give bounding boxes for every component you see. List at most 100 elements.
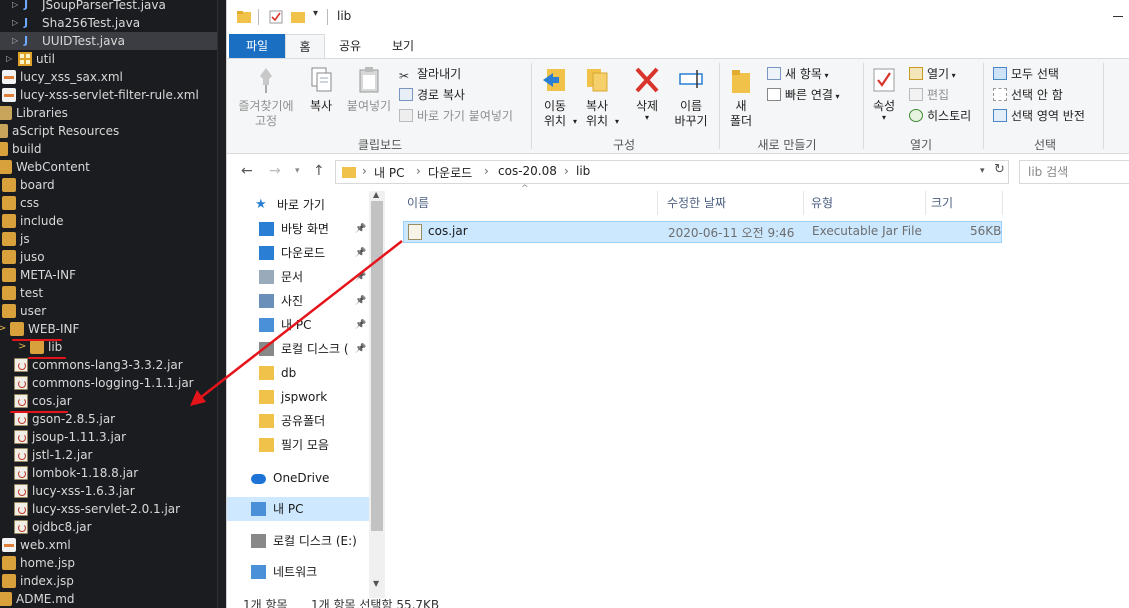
properties-button[interactable]: 속성 ▾ — [869, 65, 899, 122]
tree-item[interactable]: ▷ util — [0, 50, 217, 68]
tree-item[interactable]: lucy_xss_sax.xml — [0, 68, 217, 86]
edit-button[interactable]: 편집 — [909, 86, 949, 104]
history-button[interactable]: 히스토리 — [909, 107, 971, 125]
cut-button[interactable]: ✂ 잘라내기 — [399, 65, 461, 83]
tree-expand-icon[interactable]: > — [0, 320, 6, 338]
copy-to-button[interactable]: 복사 위치 ▾ — [579, 65, 619, 129]
tree-item[interactable]: home.jsp — [0, 554, 217, 572]
tab-file[interactable]: 파일 — [229, 34, 285, 58]
breadcrumb-pc[interactable]: 내 PC — [374, 164, 404, 181]
pin-icon[interactable]: 📌 — [355, 289, 366, 313]
paste-shortcut-button[interactable]: 바로 가기 붙여넣기 — [399, 107, 513, 125]
pin-quick-access-button[interactable]: 즐겨찾기에 고정 — [233, 65, 299, 129]
tab-share[interactable]: 공유 — [330, 34, 370, 58]
tree-item[interactable]: test — [0, 284, 217, 302]
tree-item[interactable]: > WEB-INF — [0, 320, 217, 338]
nav-item[interactable]: 바탕 화면 📌 — [227, 217, 369, 241]
tree-item[interactable]: lucy-xss-servlet-filter-rule.xml — [0, 86, 217, 104]
pin-icon[interactable]: 📌 — [355, 217, 366, 241]
scroll-up-icon[interactable]: ▲ — [373, 190, 379, 199]
tree-expand-icon[interactable]: ▷ — [6, 50, 12, 68]
tree-item[interactable]: ▷ JSoupParserTest.java — [0, 0, 217, 14]
properties-quick-icon[interactable] — [269, 10, 283, 24]
select-all-button[interactable]: 모두 선택 — [993, 65, 1059, 83]
pin-icon[interactable]: 📌 — [355, 313, 366, 337]
scrollbar-thumb[interactable] — [371, 201, 383, 531]
column-header-name[interactable]: 이름 — [407, 191, 429, 215]
pin-icon[interactable]: 📌 — [355, 265, 366, 289]
nav-item[interactable]: OneDrive — [227, 466, 369, 490]
column-header-size[interactable]: 크기 — [931, 191, 953, 215]
delete-button[interactable]: 삭제 ▾ — [629, 65, 665, 122]
tree-item[interactable]: lombok-1.18.8.jar — [0, 464, 217, 482]
paste-button[interactable]: 붙여넣기 — [343, 65, 395, 114]
breadcrumb-cos[interactable]: cos-20.08 — [498, 164, 557, 178]
tree-item[interactable]: jstl-1.2.jar — [0, 446, 217, 464]
tree-item[interactable]: lucy-xss-1.6.3.jar — [0, 482, 217, 500]
tree-item[interactable]: commons-logging-1.1.1.jar — [0, 374, 217, 392]
tree-item[interactable]: lucy-xss-servlet-2.0.1.jar — [0, 500, 217, 518]
tree-item[interactable]: user — [0, 302, 217, 320]
scroll-down-icon[interactable]: ▼ — [373, 579, 379, 588]
refresh-icon[interactable]: ↻ — [994, 162, 1005, 177]
nav-item[interactable]: 문서 📌 — [227, 265, 369, 289]
tree-item[interactable]: META-INF — [0, 266, 217, 284]
tree-item[interactable]: ▷ Sha256Test.java — [0, 14, 217, 32]
tree-item[interactable]: build — [0, 140, 217, 158]
path-history-chevron-icon[interactable]: ▾ — [980, 166, 985, 176]
tree-item[interactable]: cos.jar — [0, 392, 217, 410]
tree-item[interactable]: include — [0, 212, 217, 230]
tree-item[interactable]: web.xml — [0, 536, 217, 554]
column-header-type[interactable]: 유형 — [811, 191, 833, 215]
nav-item[interactable]: 사진 📌 — [227, 289, 369, 313]
tree-item[interactable]: js — [0, 230, 217, 248]
tree-item[interactable]: ojdbc8.jar — [0, 518, 217, 536]
search-input[interactable]: lib 검색 — [1019, 160, 1129, 184]
navigation-scrollbar[interactable]: ▲ ▼ — [369, 190, 385, 598]
tree-item[interactable]: ▷ UUIDTest.java — [0, 32, 217, 50]
forward-arrow-icon[interactable]: → — [269, 163, 281, 179]
column-header-modified[interactable]: 수정한 날짜 — [667, 191, 726, 215]
nav-item[interactable]: 내 PC — [227, 497, 369, 521]
minimize-icon[interactable] — [1113, 16, 1123, 17]
tab-view[interactable]: 보기 — [383, 34, 423, 58]
tree-expand-icon[interactable]: ▷ — [12, 14, 18, 32]
file-row[interactable]: cos.jar 2020-06-11 오전 9:46 Executable Ja… — [403, 221, 1002, 243]
tree-expand-icon[interactable]: ▷ — [12, 0, 18, 14]
tree-item[interactable]: juso — [0, 248, 217, 266]
tree-expand-icon[interactable]: ▷ — [12, 32, 18, 50]
path-box[interactable]: › 내 PC › 다운로드 › cos-20.08 › lib ▾ ↻ — [335, 160, 1009, 184]
tree-item[interactable]: ADME.md — [0, 590, 217, 608]
invert-selection-button[interactable]: 선택 영역 반전 — [993, 107, 1085, 125]
breadcrumb-downloads[interactable]: 다운로드 — [428, 164, 472, 181]
nav-item[interactable]: db — [227, 361, 369, 385]
new-folder-button[interactable]: 새 폴더 — [725, 65, 757, 129]
tree-item[interactable]: WebContent — [0, 158, 217, 176]
tab-home[interactable]: 홈 — [285, 34, 325, 58]
tree-item[interactable]: board — [0, 176, 217, 194]
select-none-button[interactable]: 선택 안 함 — [993, 86, 1063, 104]
tree-item[interactable]: aScript Resources — [0, 122, 217, 140]
nav-item[interactable]: 다운로드 📌 — [227, 241, 369, 265]
recent-locations-chevron-icon[interactable]: ▾ — [295, 166, 300, 176]
up-arrow-icon[interactable]: ↑ — [313, 163, 325, 179]
tree-item[interactable]: jsoup-1.11.3.jar — [0, 428, 217, 446]
pin-icon[interactable]: 📌 — [355, 337, 366, 361]
tree-item[interactable]: index.jsp — [0, 572, 217, 590]
nav-item[interactable]: 공유폴더 — [227, 409, 369, 433]
pin-icon[interactable]: 📌 — [355, 241, 366, 265]
breadcrumb-lib[interactable]: lib — [576, 164, 590, 178]
nav-item[interactable]: 로컬 디스크 (📌 — [227, 337, 369, 361]
nav-item[interactable]: 내 PC 📌 — [227, 313, 369, 337]
nav-item[interactable]: 네트워크 — [227, 560, 369, 584]
quick-access-dropdown-icon[interactable]: ▾ — [313, 8, 318, 19]
move-to-button[interactable]: 이동 위치 ▾ — [537, 65, 577, 129]
tree-item[interactable]: css — [0, 194, 217, 212]
new-folder-quick-icon[interactable] — [291, 10, 305, 24]
nav-item[interactable]: ★ 바로 가기 — [227, 193, 369, 217]
tree-item[interactable]: Libraries — [0, 104, 217, 122]
rename-button[interactable]: 이름 바꾸기 — [671, 65, 711, 129]
copy-path-button[interactable]: 경로 복사 — [399, 86, 465, 104]
nav-item[interactable]: jspwork — [227, 385, 369, 409]
back-arrow-icon[interactable]: ← — [241, 163, 253, 179]
